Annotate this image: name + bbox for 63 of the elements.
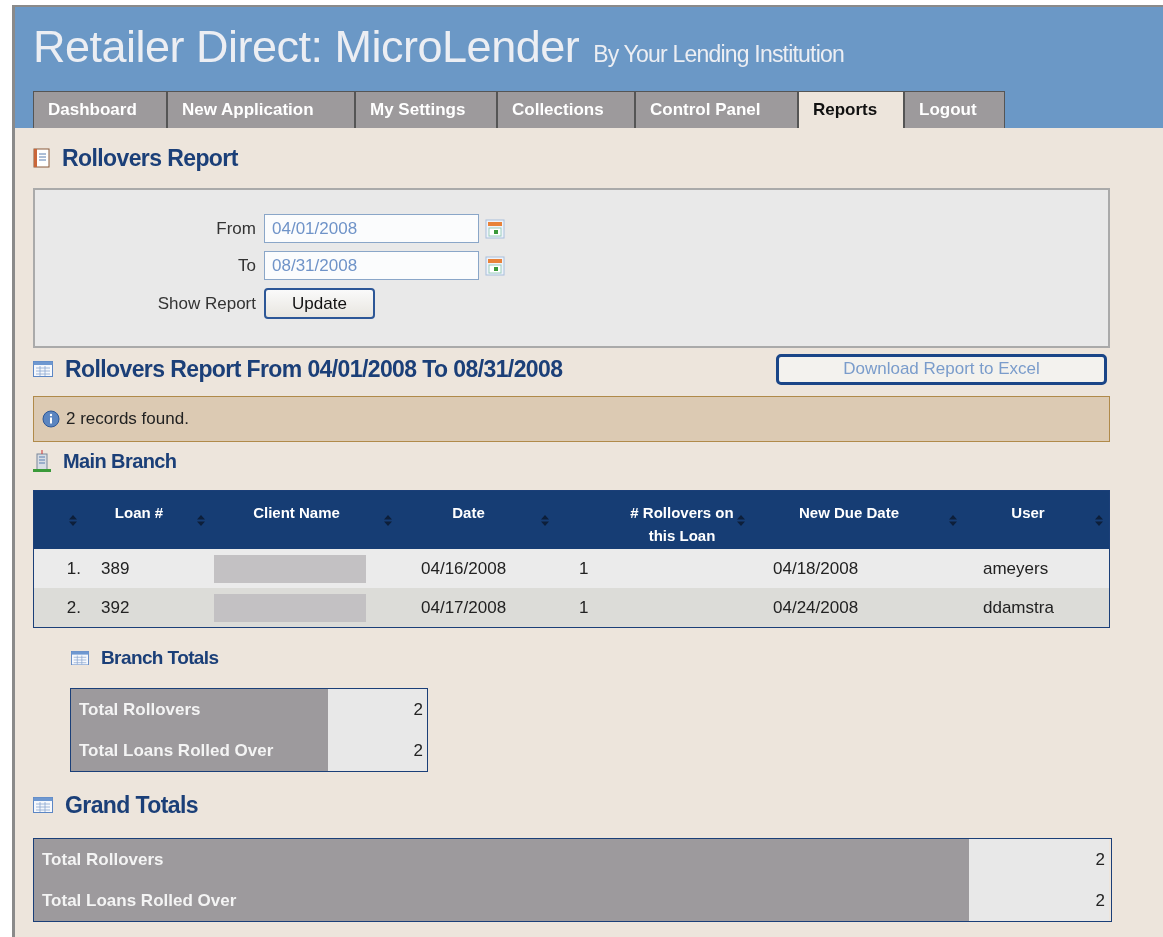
table-icon xyxy=(71,650,89,666)
download-excel-button[interactable]: Download Report to Excel xyxy=(776,353,1107,385)
column-header[interactable]: Client Name xyxy=(209,501,384,524)
grand-totals-title: Grand Totals xyxy=(65,791,198,819)
sort-icon[interactable] xyxy=(737,515,745,526)
table-cell-text: ddamstra xyxy=(982,597,1055,618)
app-title: Retailer Direct: MicroLender xyxy=(33,21,580,73)
column-header[interactable]: # Rollovers on this Loan xyxy=(627,501,737,547)
column-header[interactable]: New Due Date xyxy=(749,501,949,524)
total-value: 2 xyxy=(328,689,427,730)
table-cell-text: 04/24/2008 xyxy=(772,597,860,618)
report-title: Rollovers Report From 04/01/2008 To 08/31/2008 xyxy=(65,355,563,383)
table-cell-text: 04/17/2008 xyxy=(420,597,508,618)
nav-tab[interactable]: Dashboard xyxy=(33,91,167,128)
sort-icon[interactable] xyxy=(69,515,77,526)
total-value: 2 xyxy=(328,730,427,771)
branch-title: Main Branch xyxy=(63,449,177,473)
row-number: 1. xyxy=(65,558,81,579)
sort-icon[interactable] xyxy=(197,515,205,526)
total-label: Total Rollovers xyxy=(34,839,969,880)
total-value: 2 xyxy=(969,839,1109,880)
from-date-field[interactable]: 04/01/2008 xyxy=(264,214,479,243)
table-cell-text: 392 xyxy=(100,597,131,618)
to-label: To xyxy=(237,255,256,276)
nav-tab[interactable]: My Settings xyxy=(355,91,497,128)
report-icon xyxy=(33,148,50,168)
column-header[interactable]: Loan # xyxy=(81,501,197,524)
info-icon xyxy=(42,410,60,428)
table-cell-text: ameyers xyxy=(982,558,1050,579)
sort-icon[interactable] xyxy=(384,515,392,526)
update-button[interactable]: Update xyxy=(264,288,375,319)
column-header[interactable]: User xyxy=(961,501,1095,524)
table-icon xyxy=(33,361,53,377)
info-message: 2 records found. xyxy=(66,409,189,429)
page-title: Rollovers Report xyxy=(62,144,238,172)
to-date-field[interactable]: 08/31/2008 xyxy=(264,251,479,280)
sort-icon[interactable] xyxy=(1095,515,1103,526)
calendar-icon[interactable] xyxy=(485,218,505,239)
nav-tab[interactable]: Collections xyxy=(497,91,635,128)
nav-tab[interactable]: Logout xyxy=(904,91,1005,128)
building-icon xyxy=(33,450,51,472)
nav-tab[interactable]: New Application xyxy=(167,91,355,128)
branch-totals-title: Branch Totals xyxy=(101,647,219,669)
table-cell-text: 1 xyxy=(578,558,590,579)
row-number: 2. xyxy=(65,597,81,618)
nav-tab[interactable]: Control Panel xyxy=(635,91,798,128)
app-subtitle: By Your Lending Institution xyxy=(593,41,844,68)
from-label: From xyxy=(215,218,256,239)
table-cell-text: 389 xyxy=(100,558,131,579)
calendar-icon[interactable] xyxy=(485,255,505,276)
total-label: Total Loans Rolled Over xyxy=(34,880,969,921)
total-label: Total Loans Rolled Over xyxy=(71,730,328,771)
total-label: Total Rollovers xyxy=(71,689,328,730)
table-icon xyxy=(33,797,53,813)
sort-icon[interactable] xyxy=(541,515,549,526)
table-cell-text: 04/18/2008 xyxy=(772,558,860,579)
nav-tab[interactable]: Reports xyxy=(798,91,904,128)
show-report-label: Show Report xyxy=(156,293,256,314)
total-value: 2 xyxy=(969,880,1109,921)
sort-icon[interactable] xyxy=(949,515,957,526)
column-header[interactable]: Date xyxy=(396,501,541,524)
table-cell-text: 04/16/2008 xyxy=(420,558,508,579)
table-cell-text: 1 xyxy=(578,597,590,618)
